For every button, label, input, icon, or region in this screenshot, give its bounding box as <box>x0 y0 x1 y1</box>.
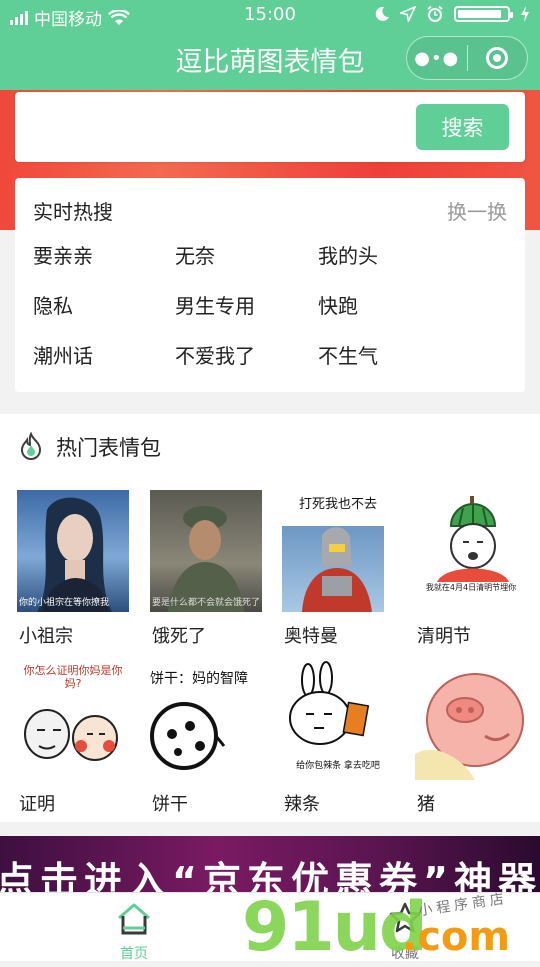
sticker-overlay-text: 给你包辣条 拿去吃吧 <box>296 761 380 771</box>
keyword-item[interactable]: 快跑 <box>318 290 358 319</box>
tab-home-label: 首页 <box>120 946 148 962</box>
moon-icon <box>375 6 389 21</box>
more-dots-icon[interactable]: ●•● <box>407 48 467 69</box>
tab-home[interactable]: 首页 <box>64 893 204 962</box>
alarm-icon <box>427 5 443 22</box>
popular-stickers-section: 热门表情包 你的小祖宗在等你撩我 小祖宗 要是什么都不会就会饿死了 饿死了 打死… <box>0 414 540 822</box>
sticker-caption: 证明 <box>19 794 55 815</box>
circle-close-icon[interactable] <box>468 47 528 69</box>
sticker-thumbnail: 你的小祖宗在等你撩我 <box>17 490 129 612</box>
sticker-thumbnail: 我就在4月4日清明节埋你 <box>415 490 527 612</box>
promo-banner[interactable]: 点击进入“京东优惠券”神器 <box>0 836 540 892</box>
home-icon <box>118 903 150 935</box>
star-icon <box>389 902 421 933</box>
sticker-thumbnail: 要是什么都不会就会饿死了 <box>150 490 262 612</box>
sticker-overlay-text: 要是什么都不会就会饿死了 <box>152 598 261 608</box>
keyword-item[interactable]: 我的头 <box>318 240 378 269</box>
promo-banner-text: 点击进入“京东优惠券”神器 <box>0 859 540 892</box>
sticker-overlay-text: 你怎么证明你妈是你妈? <box>23 664 123 690</box>
sticker-item[interactable]: 你怎么证明你妈是你妈? 证明 <box>17 658 129 815</box>
sticker-overlay-text: 打死我也不去 <box>298 497 377 512</box>
sticker-caption: 饼干 <box>152 794 188 815</box>
keyword-item[interactable]: 无奈 <box>175 240 215 269</box>
tab-favorites-label: 收藏 <box>391 946 419 962</box>
sticker-thumbnail: 给你包辣条 拿去吃吧 <box>282 658 394 780</box>
mini-program-capsule: ●•● <box>406 36 528 80</box>
sticker-overlay-text: 饼干：妈的智障 <box>150 671 248 687</box>
tab-favorites[interactable]: 收藏 <box>335 893 475 962</box>
sticker-overlay-text: 我就在4月4日清明节埋你 <box>425 583 517 592</box>
sticker-caption: 小祖宗 <box>19 626 73 647</box>
search-button[interactable]: 搜索 <box>416 104 509 150</box>
flame-icon <box>20 432 42 460</box>
sticker-thumbnail: 饼干：妈的智障 <box>150 658 262 780</box>
sticker-item[interactable]: 饼干：妈的智障 饼干 <box>150 658 262 815</box>
refresh-keywords-button[interactable]: 换一换 <box>447 196 507 225</box>
keyword-item[interactable]: 要亲亲 <box>33 240 93 269</box>
sticker-caption: 辣条 <box>284 794 320 815</box>
sticker-overlay-text: 你的小祖宗在等你撩我 <box>19 598 110 608</box>
sticker-item[interactable]: 要是什么都不会就会饿死了 饿死了 <box>150 490 262 647</box>
sticker-item[interactable]: 你的小祖宗在等你撩我 小祖宗 <box>17 490 129 647</box>
sticker-thumbnail: 打死我也不去 <box>282 490 394 612</box>
sticker-caption: 奥特曼 <box>284 626 338 647</box>
search-input[interactable] <box>25 104 409 150</box>
sticker-item[interactable]: 猪 <box>415 658 527 815</box>
sticker-item[interactable]: 打死我也不去 奥特曼 <box>282 490 394 647</box>
sticker-item[interactable]: 我就在4月4日清明节埋你 清明节 <box>415 490 527 647</box>
sticker-thumbnail <box>415 658 527 780</box>
search-bar: 搜索 <box>15 92 525 162</box>
keyword-item[interactable]: 不爱我了 <box>175 340 255 369</box>
tab-bar: 首页 收藏 <box>0 892 540 962</box>
nav-bar: 逗比萌图表情包 ●•● <box>0 30 540 90</box>
sticker-thumbnail: 你怎么证明你妈是你妈? <box>17 658 129 780</box>
charging-icon <box>521 6 529 22</box>
sticker-caption: 猪 <box>417 794 435 815</box>
keyword-item[interactable]: 潮州话 <box>33 340 93 369</box>
sticker-item[interactable]: 给你包辣条 拿去吃吧 辣条 <box>282 658 394 815</box>
section-title: 热门表情包 <box>56 436 161 460</box>
location-icon <box>400 6 416 22</box>
status-bar: 中国移动 15:00 <box>0 0 540 30</box>
battery-icon <box>454 6 513 22</box>
sticker-caption: 饿死了 <box>152 626 206 647</box>
keyword-item[interactable]: 不生气 <box>318 340 378 369</box>
keyword-item[interactable]: 男生专用 <box>175 290 255 319</box>
sticker-caption: 清明节 <box>417 626 471 647</box>
hot-search-title: 实时热搜 <box>33 200 113 224</box>
keyword-item[interactable]: 隐私 <box>33 290 73 319</box>
hot-search-card: 实时热搜 换一换 要亲亲 无奈 我的头 隐私 男生专用 快跑 潮州话 不爱我了 … <box>15 178 525 392</box>
